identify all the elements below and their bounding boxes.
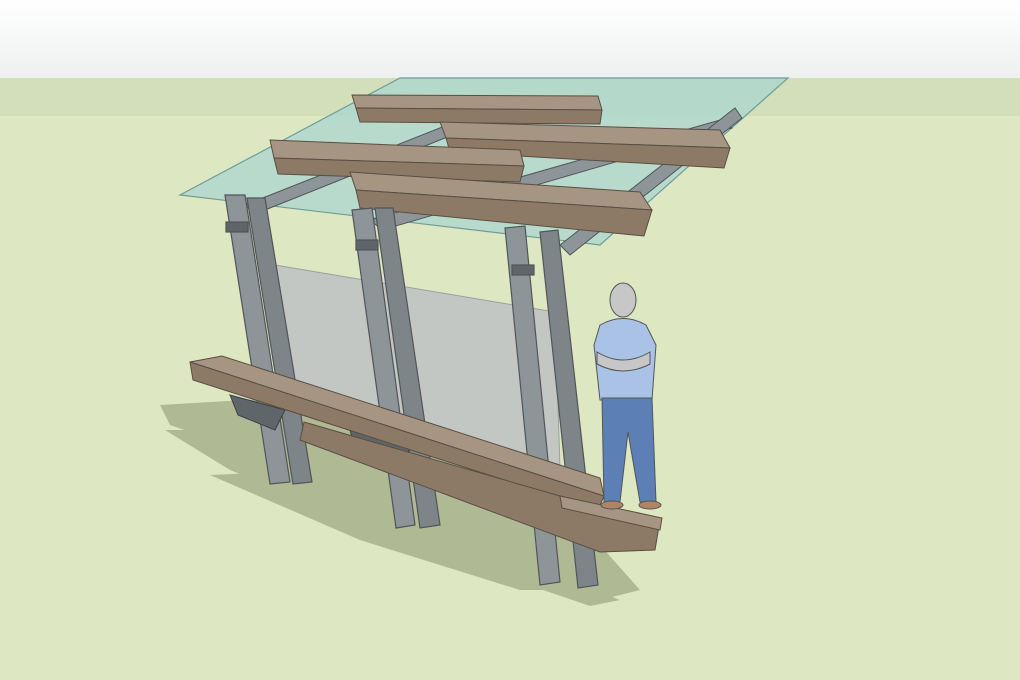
person-head xyxy=(609,282,637,318)
sketchup-viewport[interactable] xyxy=(0,0,1020,680)
bus-shelter-model-view xyxy=(0,0,1020,680)
sky xyxy=(0,0,1020,80)
roof-beam-1 xyxy=(351,94,603,125)
person-shoe-right xyxy=(638,500,662,510)
person-shoe-left xyxy=(600,500,624,510)
